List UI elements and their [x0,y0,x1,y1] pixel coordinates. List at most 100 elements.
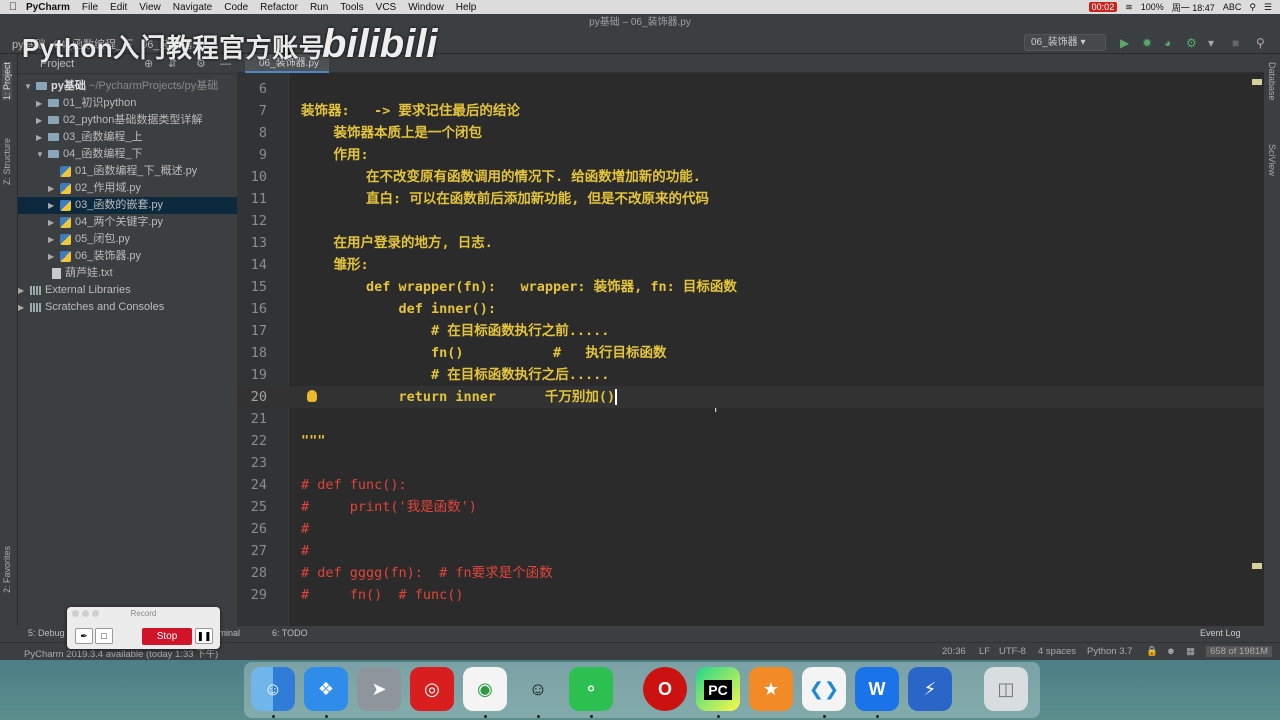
infuse-icon[interactable]: ★ [749,667,793,711]
code-line[interactable]: 11 直白: 可以在函数前后添加新功能, 但是不改原来的代码 [237,188,1264,210]
stop-icon[interactable]: ■ [1232,36,1239,50]
input-source[interactable]: ABC [1223,2,1242,12]
tab-favorites[interactable]: 2: Favorites [2,546,12,593]
code-line[interactable]: 8 装饰器本质上是一个闭包 [237,122,1264,144]
expand-arrow-icon[interactable]: ▼ [24,78,36,95]
search-everywhere-icon[interactable]: ⚲ [1256,36,1265,50]
chrome-icon[interactable]: ◉ [463,667,507,711]
battery-status[interactable]: 100% [1141,2,1164,12]
code-line[interactable]: 7 装饰器: -> 要求记住最后的结论 [237,100,1264,122]
collapsed-arrow-icon[interactable]: ▶ [36,112,48,129]
tree-folder-04[interactable]: ▼ 04_函数编程_下 [18,146,237,163]
file-encoding[interactable]: UTF-8 [999,646,1026,657]
coverage-icon[interactable]: ◕ [1164,36,1171,50]
code-line[interactable]: 21 [237,408,1264,430]
apple-icon[interactable]:  [0,1,26,13]
code-line[interactable]: 9 作用: [237,144,1264,166]
minimize-dot[interactable] [82,610,89,617]
frame-tool-icon[interactable]: □ [95,628,113,644]
code-line[interactable]: 28 # def gggg(fn): # fn要求是个函数 [237,562,1264,584]
caret-position[interactable]: 20:36 [942,646,966,657]
menu-vcs[interactable]: VCS [376,2,397,13]
code-line[interactable]: 13 在用户登录的地方, 日志. [237,232,1264,254]
trash-icon[interactable]: ◫ [984,667,1028,711]
profile-icon[interactable]: ⚙ [1186,36,1197,50]
code-line[interactable]: 20 return inner 千万别加() [237,386,1264,408]
tab-sciview[interactable]: SciView [1267,144,1277,176]
vscode-icon[interactable]: ❮❯ [802,667,846,711]
tree-folder-01[interactable]: ▶ 01_初识python [18,95,237,112]
opera-icon[interactable]: O [643,667,687,711]
tab-structure[interactable]: Z: Structure [2,138,12,185]
close-dot[interactable] [72,610,79,617]
tab-event-log[interactable]: Event Log [1200,628,1241,638]
pause-icon[interactable]: ❚❚ [195,628,213,644]
indent-setting[interactable]: 4 spaces [1038,646,1076,657]
line-separator[interactable]: LF [979,646,990,657]
tree-file[interactable]: ▶ 04_两个关键字.py [18,214,237,231]
collapsed-arrow-icon[interactable]: ▶ [18,299,30,316]
tree-file[interactable]: 葫芦娃.txt [18,265,237,282]
tab-project[interactable]: 1: Project [2,62,12,101]
collapsed-arrow-icon[interactable]: ▶ [48,180,60,197]
menu-navigate[interactable]: Navigate [173,2,212,13]
code-line[interactable]: 15 def wrapper(fn): wrapper: 装饰器, fn: 目标… [237,276,1264,298]
tree-file[interactable]: ▶ 02_作用域.py [18,180,237,197]
collapsed-arrow-icon[interactable]: ▶ [36,95,48,112]
tree-folder-03[interactable]: ▶ 03_函数编程_上 [18,129,237,146]
code-line[interactable]: 14 雏形: [237,254,1264,276]
run-icon[interactable]: ▶ [1120,36,1129,50]
pycharm-icon[interactable]: PC [696,667,740,711]
launchpad-icon[interactable]: ➤ [357,667,401,711]
lock-icon[interactable]: 🔒 [1146,646,1158,657]
code-line[interactable]: 26 # [237,518,1264,540]
tree-scratches[interactable]: ▶ Scratches and Consoles [18,299,237,316]
menu-run[interactable]: Run [310,2,328,13]
app-menu[interactable]: PyCharm [26,2,70,13]
collapsed-arrow-icon[interactable]: ▶ [48,214,60,231]
tree-root[interactable]: ▼ py基础 ~/PycharmProjects/py基础 [18,78,237,95]
code-line[interactable]: 29 # fn() # func() [237,584,1264,606]
zoom-dot[interactable] [92,610,99,617]
stop-recording-button[interactable]: Stop [142,628,192,645]
python-interpreter[interactable]: Python 3.7 [1087,646,1132,657]
menu-file[interactable]: File [82,2,98,13]
code-line[interactable]: 27 # [237,540,1264,562]
event-icon[interactable]: ▦ [1186,646,1195,657]
memory-indicator[interactable]: 658 of 1981M [1206,646,1273,657]
run-config-select[interactable]: 06_装饰器 ▾ [1024,34,1106,51]
code-line[interactable]: 12 [237,210,1264,232]
debug-icon[interactable]: ✹ [1142,36,1152,50]
tab-database[interactable]: Database [1267,62,1277,101]
tree-file[interactable]: ▶ 06_装饰器.py [18,248,237,265]
code-line[interactable]: 6 [237,78,1264,100]
tree-external-libraries[interactable]: ▶ External Libraries [18,282,237,299]
code-line[interactable]: 22 """ [237,430,1264,452]
tree-folder-02[interactable]: ▶ 02_python基础数据类型详解 [18,112,237,129]
wps-icon[interactable]: W [855,667,899,711]
finder-icon[interactable]: ☺ [251,667,295,711]
collapsed-arrow-icon[interactable]: ▶ [36,129,48,146]
menu-refactor[interactable]: Refactor [260,2,298,13]
tree-file-selected[interactable]: ▶ 03_函数的嵌套.py [18,197,237,214]
code-line[interactable]: 24 # def func(): [237,474,1264,496]
thunder-icon[interactable]: ⚡ [908,667,952,711]
wifi-icon[interactable]: ≋ [1125,2,1133,13]
menu-list-icon[interactable]: ☰ [1264,2,1272,13]
code-line[interactable]: 16 def inner(): [237,298,1264,320]
code-line[interactable]: 25 # print('我是函数') [237,496,1264,518]
collapsed-arrow-icon[interactable]: ▶ [48,248,60,265]
code-line[interactable]: 10 在不改变原有函数调用的情况下. 给函数增加新的功能. [237,166,1264,188]
code-line[interactable]: 19 # 在目标函数执行之后..... [237,364,1264,386]
expand-arrow-icon[interactable]: ▼ [36,146,48,163]
pen-tool-icon[interactable]: ✒ [75,628,93,644]
wechat-icon[interactable]: ⚬ [569,667,613,711]
code-line[interactable]: 18 fn() # 执行目标函数 [237,342,1264,364]
collapsed-arrow-icon[interactable]: ▶ [48,197,60,214]
menu-window[interactable]: Window [408,2,444,13]
menu-tools[interactable]: Tools [340,2,363,13]
menu-help[interactable]: Help [456,2,477,13]
collapsed-arrow-icon[interactable]: ▶ [18,282,30,299]
netease-music-icon[interactable]: ◎ [410,667,454,711]
tab-debug[interactable]: 5: Debug [28,628,65,638]
